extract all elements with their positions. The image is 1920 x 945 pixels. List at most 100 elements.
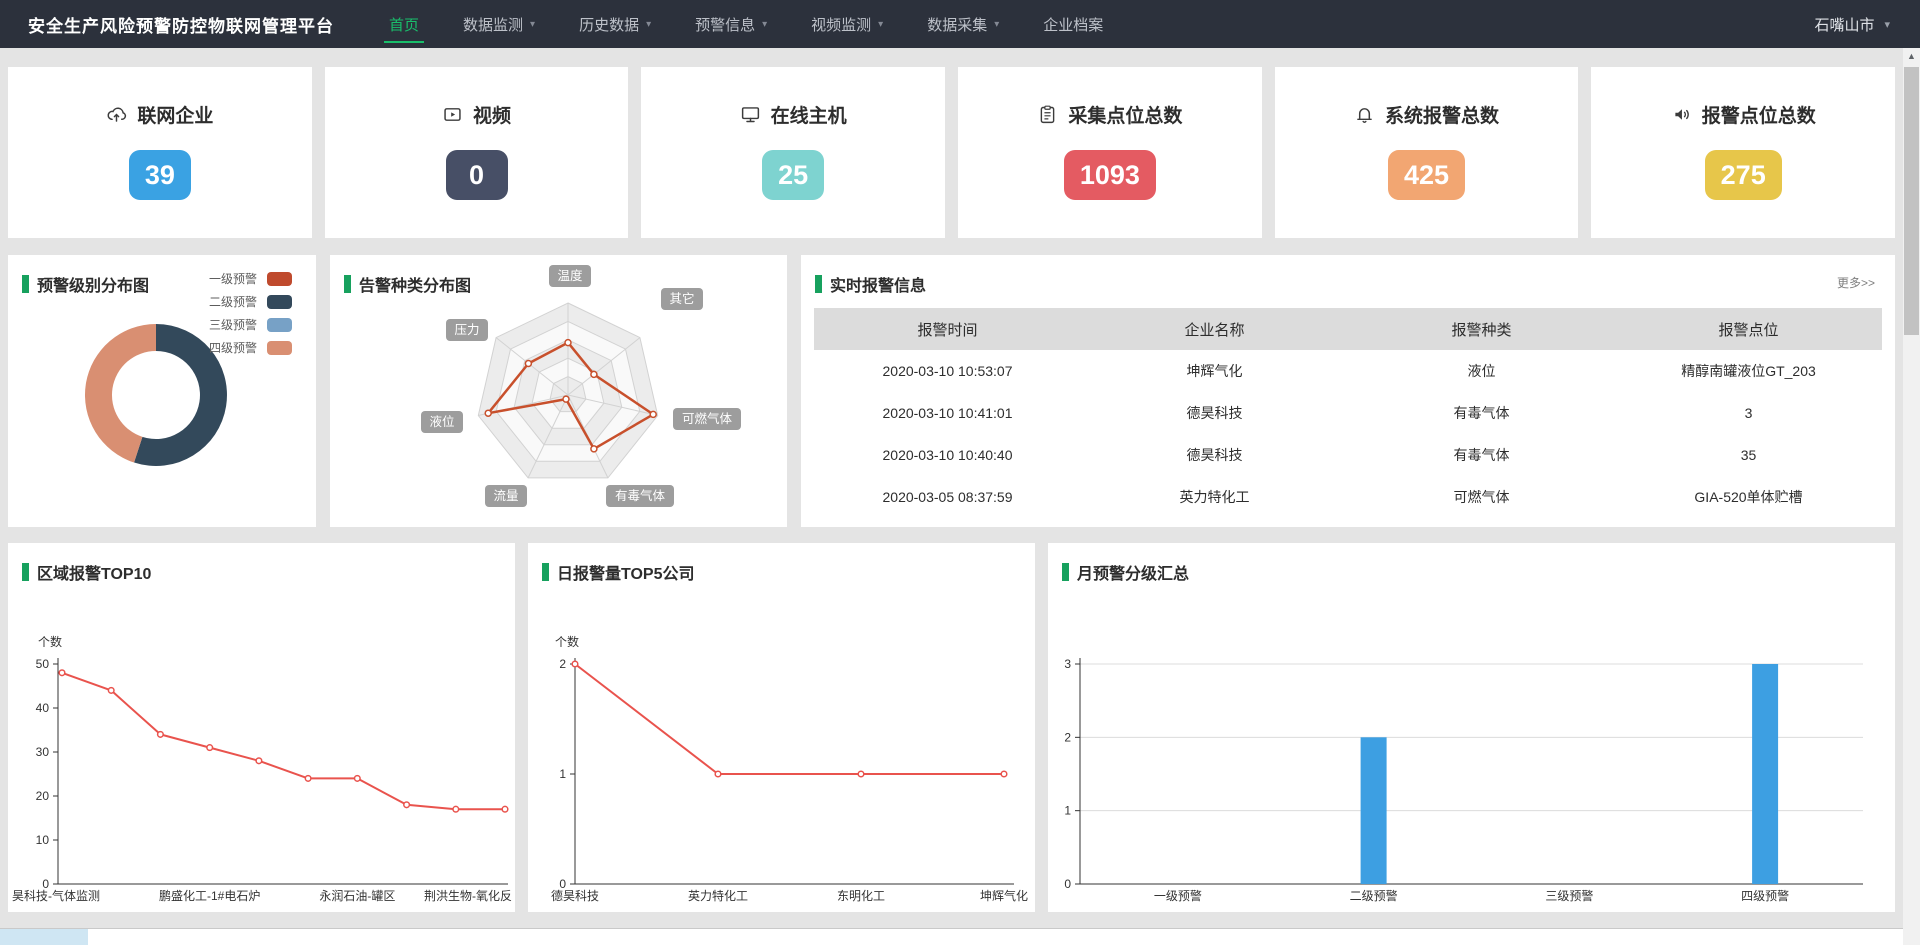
table-cell: 2020-03-10 10:41:01 (814, 392, 1081, 434)
stat-card-header: 系统报警总数 (1275, 101, 1579, 128)
radar-axis-label-chip: 液位 (421, 411, 463, 433)
radar-axis-label-chip: 流量 (485, 485, 527, 507)
chart-text: 荆洪生物-氧化反 (424, 889, 512, 903)
city-label: 石嘴山市 (1814, 14, 1874, 35)
title-bar-icon (815, 275, 822, 293)
app-title: 安全生产风险预警防控物联网管理平台 (28, 12, 334, 37)
region-top10-title: 区域报警TOP10 (37, 560, 151, 584)
scroll-up-button[interactable]: ▲ (1903, 48, 1920, 65)
nav-item-data-monitoring[interactable]: 数据监测▾ (448, 0, 550, 48)
stat-card-header: 在线主机 (641, 101, 945, 128)
chart-text: 昊科技-气体监测 (12, 888, 100, 903)
realtime-alarm-table: 报警时间企业名称报警种类报警点位 2020-03-10 10:53:07坤辉气化… (814, 308, 1882, 518)
chevron-down-icon: ▾ (646, 19, 651, 30)
data-point (108, 688, 114, 694)
data-point (305, 776, 311, 782)
radar-data-point (565, 340, 571, 346)
table-cell: 2020-03-05 08:37:59 (814, 476, 1081, 518)
speaker-icon (1671, 104, 1692, 125)
table-column-header: 报警时间 (814, 308, 1081, 350)
nav-item-label: 历史数据 (579, 14, 639, 35)
card-title: 区域报警TOP10 (8, 543, 515, 584)
chart-text: 20 (36, 789, 50, 803)
card-title: 月预警分级汇总 (1048, 543, 1895, 584)
stat-card-header: 报警点位总数 (1591, 101, 1895, 128)
chart-text: 四级预警 (1741, 888, 1789, 903)
vertical-scrollbar[interactable]: ▲ (1903, 48, 1920, 945)
chart-text: 50 (36, 657, 50, 671)
monitor-icon (740, 104, 761, 125)
table-cell: 精醇南罐液位GT_203 (1615, 350, 1882, 392)
card-title: 告警种类分布图 (330, 255, 787, 296)
stat-label: 视频 (473, 101, 511, 128)
chart-text: 一级预警 (1154, 888, 1202, 903)
stat-label: 在线主机 (771, 101, 847, 128)
chart-text: 30 (36, 745, 50, 759)
nav-item-history-data[interactable]: 历史数据 ▾ (564, 0, 666, 48)
table-column-header: 报警点位 (1615, 308, 1882, 350)
legend-item[interactable]: 四级预警 (209, 336, 292, 359)
more-link[interactable]: 更多>> (1837, 274, 1875, 291)
bar-二级预警 (1361, 737, 1387, 884)
nav-item-label: 预警信息 (695, 14, 755, 35)
table-cell: 英力特化工 (1081, 476, 1348, 518)
legend-swatch (267, 295, 292, 309)
table-cell: 坤辉气化 (1081, 350, 1348, 392)
chart-text: 东明化工 (837, 889, 885, 903)
nav-item-home[interactable]: 首页 (374, 0, 434, 48)
stat-value-badge: 275 (1705, 150, 1782, 200)
chart-text: 坤辉气化 (980, 888, 1028, 903)
chart-text: 个数 (555, 634, 579, 649)
chart-text: 个数 (38, 634, 62, 649)
nav-item-data-collection[interactable]: 数据采集▾ (912, 0, 1014, 48)
top-nav-bar: 安全生产风险预警防控物联网管理平台 首页数据监测▾ 历史数据 ▾ 预警信息 ▾ 视频监测▾… (0, 0, 1920, 48)
legend-label: 二级预警 (209, 293, 257, 310)
region-alarm-top10-chart: 01020304050个数昊科技-气体监测鹏盛化工-1#电石炉永润石油-罐区荆洪… (8, 543, 515, 912)
main-nav: 首页数据监测▾ 历史数据 ▾ 预警信息 ▾ 视频监测▾ 数据采集▾ 企业档案 (374, 0, 1132, 48)
stat-cards-row: 联网企业39视频0在线主机25采集点位总数1093系统报警总数425报警点位总数… (8, 67, 1895, 238)
bar-四级预警 (1752, 664, 1778, 884)
radar-axis-label-chip: 有毒气体 (606, 485, 674, 507)
realtime-alarm-card: 实时报警信息 更多>> 报警时间企业名称报警种类报警点位 2020-03-10 … (801, 255, 1895, 527)
data-point (572, 661, 578, 667)
chevron-down-icon: ▾ (762, 19, 767, 30)
data-point (502, 806, 508, 812)
chart-text: 2 (559, 657, 566, 671)
data-point (59, 670, 65, 676)
data-point (715, 771, 721, 777)
chart-text: 40 (36, 701, 50, 715)
nav-item-enterprise-archives[interactable]: 企业档案 (1028, 0, 1118, 48)
radar-axis-label-chip: 可燃气体 (673, 408, 741, 430)
chart-text: 英力特化工 (688, 888, 748, 903)
table-row: 2020-03-10 10:41:01德昊科技有毒气体3 (814, 392, 1882, 434)
legend-label: 三级预警 (209, 316, 257, 333)
alarm-type-title: 告警种类分布图 (359, 272, 471, 296)
data-point (256, 758, 262, 764)
legend-item[interactable]: 一级预警 (209, 267, 292, 290)
legend-item[interactable]: 三级预警 (209, 313, 292, 336)
chart-text: 可燃气体 (682, 411, 733, 426)
data-point (453, 806, 459, 812)
table-column-header: 企业名称 (1081, 308, 1348, 350)
table-cell: 2020-03-10 10:40:40 (814, 434, 1081, 476)
stat-value-badge: 1093 (1064, 150, 1156, 200)
nav-item-warning-info[interactable]: 预警信息 ▾ (680, 0, 782, 48)
chart-text: 流量 (493, 489, 518, 503)
chart-text: 压力 (454, 323, 479, 337)
data-point (158, 732, 164, 738)
city-selector[interactable]: 石嘴山市 ▾ (1814, 0, 1890, 48)
stat-card-connected-enterprises: 联网企业39 (8, 67, 312, 238)
title-bar-icon (1062, 563, 1069, 581)
legend-item[interactable]: 二级预警 (209, 290, 292, 313)
table-cell: 有毒气体 (1348, 392, 1615, 434)
radar-data-point (591, 371, 597, 377)
scrollbar-thumb[interactable] (1904, 67, 1919, 335)
dashboard-page: 安全生产风险预警防控物联网管理平台 首页数据监测▾ 历史数据 ▾ 预警信息 ▾ 视频监测▾… (0, 0, 1920, 945)
title-bar-icon (22, 563, 29, 581)
stat-label: 报警点位总数 (1702, 101, 1816, 128)
nav-item-video-monitoring[interactable]: 视频监测▾ (796, 0, 898, 48)
data-point (404, 802, 410, 808)
stat-card-header: 视频 (325, 101, 629, 128)
nav-item-label: 数据监测 (463, 14, 523, 35)
title-bar-icon (542, 563, 549, 581)
